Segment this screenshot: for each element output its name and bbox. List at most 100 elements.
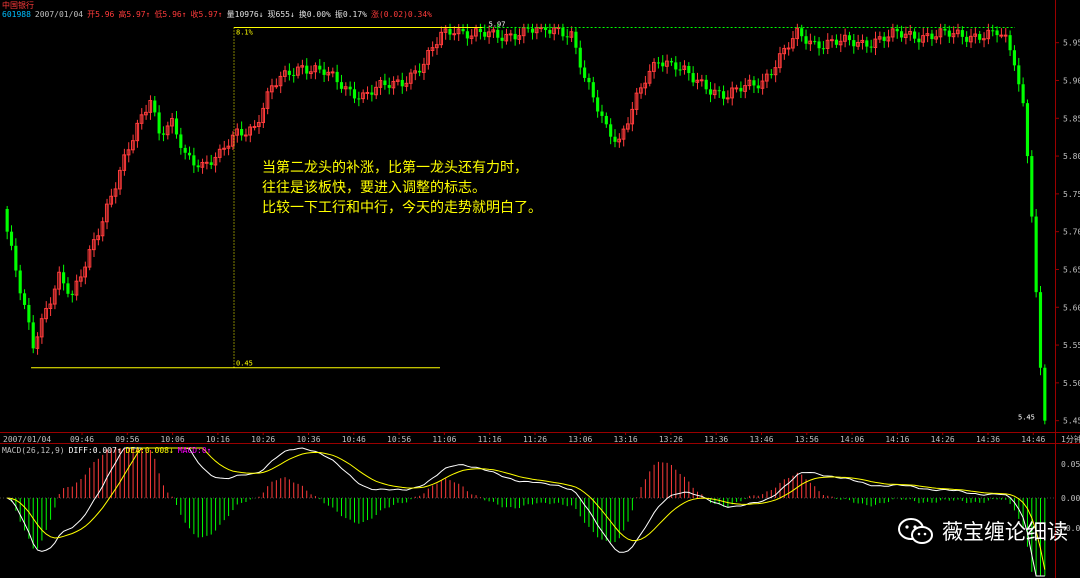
header-item: 量10976↓ xyxy=(226,10,264,19)
candle-body xyxy=(574,31,578,48)
y-tick-label: 5.55 xyxy=(1063,341,1080,350)
candle-body xyxy=(370,92,374,95)
candle-body xyxy=(609,124,613,137)
candle-body xyxy=(500,37,504,41)
candle-body xyxy=(22,293,27,305)
candle-body xyxy=(252,126,257,129)
candle-body xyxy=(305,65,309,74)
y-tick-label: 5.90 xyxy=(1063,76,1080,85)
candle-body xyxy=(240,129,244,136)
range-markers: 8.1% 0.45 5.97 5.45 xyxy=(31,21,1035,422)
candle-body xyxy=(330,71,335,74)
x-tick-label: 10:46 xyxy=(342,435,366,444)
candle-body xyxy=(947,30,951,37)
candle-body xyxy=(661,62,665,67)
y-tick-label: 5.70 xyxy=(1063,228,1080,237)
x-tick-label: 09:46 xyxy=(70,435,94,444)
x-tick-label: 09:56 xyxy=(115,435,139,444)
candle-body xyxy=(508,33,513,36)
annotation-line-1: 当第二龙头的补涨，比第一龙头还有力时， xyxy=(262,160,528,176)
candle-body xyxy=(669,61,674,63)
annotation-text: 当第二龙头的补涨，比第一龙头还有力时， 往往是该板快，要进入调整的标志。 比较一… xyxy=(262,158,542,218)
x-tick-label: 14:16 xyxy=(885,435,909,444)
candle-body xyxy=(274,85,279,88)
candle-body xyxy=(869,46,873,48)
candle-body xyxy=(687,65,691,74)
candle-body xyxy=(674,62,678,70)
y-tick-label: 5.95 xyxy=(1063,39,1080,48)
candle-body xyxy=(704,79,708,90)
candle-body xyxy=(62,272,66,284)
candle-body xyxy=(895,28,899,32)
candle-body xyxy=(530,28,535,33)
candle-body xyxy=(739,87,743,92)
header-item: 高5.97↑ xyxy=(118,10,151,19)
candle-body xyxy=(821,48,825,50)
candle-body xyxy=(591,82,595,98)
candle-body xyxy=(930,33,934,40)
candle-body xyxy=(578,47,582,68)
candle-body xyxy=(717,90,721,92)
x-tick-label: 11:26 xyxy=(523,435,547,444)
candle-body xyxy=(357,98,361,100)
candle-body xyxy=(852,40,856,47)
candle-body xyxy=(1008,35,1012,51)
candle-body xyxy=(734,87,739,90)
candle-body xyxy=(1017,65,1021,85)
candle-body xyxy=(756,85,760,89)
wechat-icon xyxy=(898,518,933,544)
macd-diff-line xyxy=(6,447,1045,577)
candle-body xyxy=(287,70,291,75)
macd-panel: 0.050.00-0.05 xyxy=(0,447,1080,577)
candle-body xyxy=(322,69,326,75)
candle-body xyxy=(161,133,166,135)
candle-body xyxy=(882,36,886,41)
kline-chart: 8.1% 0.45 5.97 5.45 5.45 5.50 5.55 5.60 5.65 5.7… xyxy=(0,0,1080,578)
candle-body xyxy=(348,86,352,90)
x-tick-label: 14:06 xyxy=(840,435,864,444)
candle-body xyxy=(9,231,14,246)
price-candles xyxy=(5,23,1047,425)
y-tick-label: 5.75 xyxy=(1063,190,1080,199)
candle-body xyxy=(27,304,31,323)
x-tick-label: 13:16 xyxy=(614,435,638,444)
candle-body xyxy=(318,65,322,70)
candle-body xyxy=(565,36,569,38)
candle-body xyxy=(192,155,196,166)
candle-body xyxy=(1030,156,1034,217)
x-tick-label: 14:46 xyxy=(1021,435,1045,444)
candle-body xyxy=(817,41,821,49)
x-tick-label: 2007/01/04 xyxy=(3,435,51,444)
candle-body xyxy=(965,36,969,42)
candle-body xyxy=(656,62,660,64)
candle-body xyxy=(461,28,465,32)
candle-body xyxy=(752,80,756,86)
candle-body xyxy=(448,28,452,35)
candle-body xyxy=(561,27,565,37)
y-tick-label: 5.85 xyxy=(1063,114,1080,123)
header-item: 2007/01/04 xyxy=(34,10,84,19)
candle-body xyxy=(830,39,834,42)
price-axis: 5.45 5.50 5.55 5.60 5.65 5.70 5.75 5.80 5.85 5.90… xyxy=(1055,39,1080,426)
candle-body xyxy=(721,91,726,99)
high-price-label: 5.97 xyxy=(489,21,506,29)
y-tick-label: 5.65 xyxy=(1063,265,1080,274)
candle-body xyxy=(847,35,852,41)
candle-body xyxy=(66,283,70,294)
candle-body xyxy=(804,36,808,44)
quote-info-line: 601988 2007/01/04 开5.96 高5.97↑ 低5.96↑ 收5.97↑ 量… xyxy=(2,10,436,19)
x-tick-label: 10:16 xyxy=(206,435,230,444)
candle-body xyxy=(204,161,209,164)
candle-body xyxy=(1003,34,1008,37)
candle-body xyxy=(5,208,9,232)
candle-body xyxy=(352,89,357,99)
candle-body xyxy=(600,111,604,116)
y-tick-label: 5.45 xyxy=(1063,417,1080,426)
watermark-text: 薇宝缠论细读 xyxy=(942,520,1068,544)
header-item: MACD(26,12,9) xyxy=(2,446,65,455)
watermark: 薇宝缠论细读 xyxy=(896,516,1068,546)
macd-tick-label: 0.00 xyxy=(1061,494,1080,503)
candle-body xyxy=(800,28,804,37)
x-tick-label: 11:06 xyxy=(432,435,456,444)
candle-body xyxy=(699,79,704,82)
